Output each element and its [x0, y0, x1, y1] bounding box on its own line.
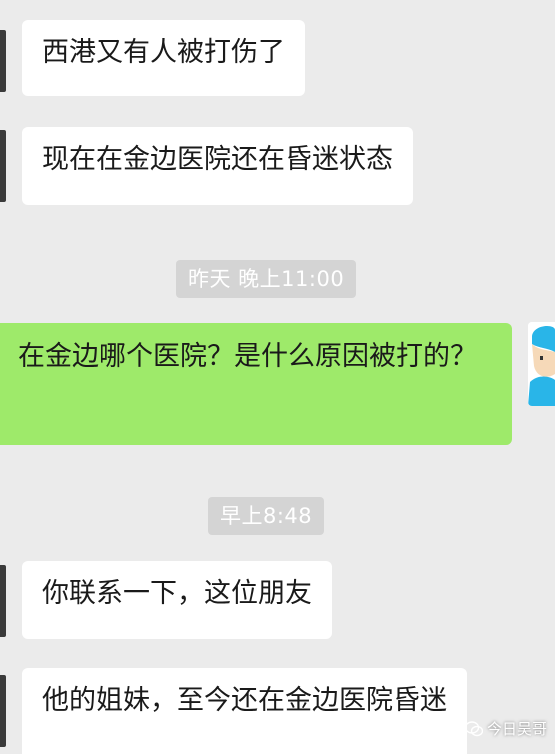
- message-text: 你联系一下，这位朋友: [42, 578, 312, 609]
- timestamp-badge: 早上8:48: [208, 497, 325, 535]
- message-text: 在金边哪个医院？是什么原因被打的？: [18, 341, 477, 372]
- incoming-message[interactable]: 他的姐妹，至今还在金边医院昏迷: [22, 668, 467, 754]
- incoming-message[interactable]: 现在在金边医院还在昏迷状态: [22, 127, 413, 205]
- incoming-message[interactable]: 你联系一下，这位朋友: [22, 561, 332, 639]
- message-text: 他的姐妹，至今还在金边医院昏迷: [42, 685, 447, 716]
- sender-avatar[interactable]: [0, 30, 6, 92]
- incoming-message[interactable]: 西港又有人被打伤了: [22, 20, 305, 96]
- wechat-icon: [464, 720, 483, 736]
- outgoing-message[interactable]: 在金边哪个医院？是什么原因被打的？: [0, 323, 512, 445]
- sender-avatar[interactable]: [0, 130, 6, 202]
- watermark: 今日吴哥: [464, 718, 547, 739]
- watermark-text: 今日吴哥: [486, 720, 547, 738]
- message-text: 西港又有人被打伤了: [42, 37, 285, 68]
- avatar-icon: [528, 322, 555, 406]
- sender-avatar[interactable]: [0, 565, 6, 637]
- message-text: 现在在金边医院还在昏迷状态: [42, 144, 393, 175]
- sender-avatar[interactable]: [0, 675, 6, 747]
- self-avatar[interactable]: [528, 322, 555, 406]
- timestamp-badge: 昨天 晚上11:00: [176, 260, 357, 298]
